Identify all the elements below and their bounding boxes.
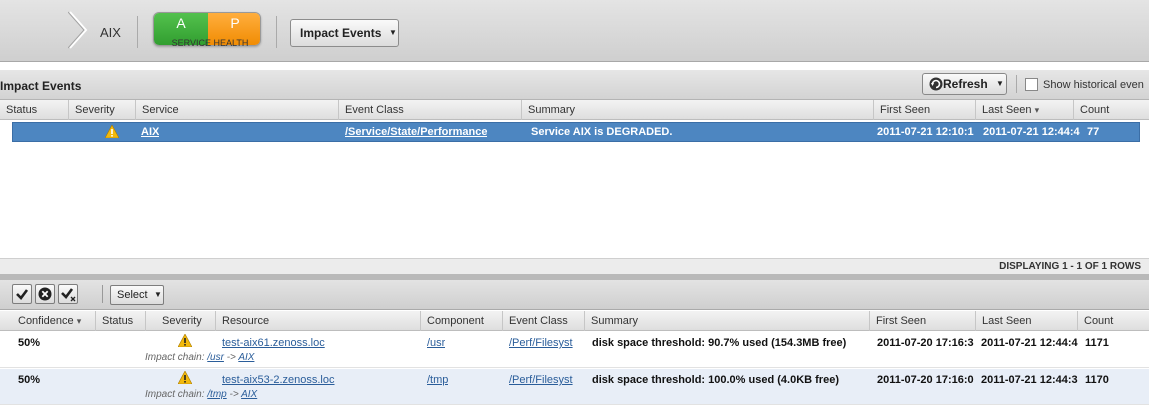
component-link[interactable]: /usr [427,336,445,350]
events-column-headers: Confidence ▾ Status Severity Resource Co… [0,311,1149,331]
count-cell: 77 [1087,126,1100,138]
impact-chain-arrow: -> [226,352,236,363]
checkmark-icon [16,289,29,300]
select-menu-button[interactable]: Select ▼ [110,285,164,305]
toolbar-divider [1016,75,1017,93]
summary-cell: disk space threshold: 100.0% used (4.0KB… [592,374,839,386]
column-header-first-seen[interactable]: First Seen [869,311,975,331]
unacknowledge-button[interactable] [58,284,78,304]
column-header-event-class[interactable]: Event Class [502,311,584,331]
close-event-button[interactable] [35,284,55,304]
last-seen-cell: 2011-07-21 12:44:4 [983,126,1080,138]
column-header-summary[interactable]: Summary [521,100,873,120]
column-header-last-seen[interactable]: Last Seen ▾ [975,100,1073,120]
summary-cell: Service AIX is DEGRADED. [531,126,673,138]
impact-chain-to-link[interactable]: AIX [241,389,257,400]
column-header-severity[interactable]: Severity [145,311,215,331]
event-class-link[interactable]: /Perf/Filesyst [509,336,583,350]
column-header-component[interactable]: Component [420,311,502,331]
impact-events-button[interactable]: Impact Events ▼ [290,19,399,47]
event-class-link[interactable]: /Service/State/Performance [345,123,487,141]
first-seen-cell: 2011-07-21 12:10:1 [877,126,974,138]
warning-icon [105,125,119,138]
impact-events-column-headers: Status Severity Service Event Class Summ… [0,100,1149,120]
unacknowledge-icon [61,288,76,302]
warning-icon [178,334,192,347]
breadcrumb-chevron-icon [68,11,88,49]
close-circle-icon [38,287,52,301]
show-historical-label: Show historical even [1043,79,1144,91]
table-row[interactable]: 50% test-aix53-2.zenoss.loc /tmp /Perf/F… [0,369,1149,405]
confidence-cell: 50% [18,337,41,349]
sort-descending-icon: ▾ [76,316,82,326]
impact-chain-from-link[interactable]: /tmp [207,389,226,400]
refresh-button-label: Refresh [943,77,988,91]
column-header-status[interactable]: Status [0,100,68,120]
confidence-cell: 50% [18,374,41,386]
impact-events-grid-body: AIX /Service/State/Performance Service A… [0,120,1149,258]
chevron-down-icon: ▼ [996,79,1004,88]
impact-events-paging-bar: DISPLAYING 1 - 1 OF 1 ROWS [0,258,1149,274]
sort-descending-icon: ▾ [1034,105,1040,115]
impact-chain: Impact chain: /usr -> AIX [145,352,254,363]
resource-link[interactable]: test-aix53-2.zenoss.loc [222,373,335,387]
impact-events-panel-header: Impact Events Refresh ▼ Show historical … [0,70,1149,100]
warning-icon [178,371,192,384]
count-cell: 1171 [1085,337,1109,349]
impact-events-button-label: Impact Events [300,26,382,40]
header-divider [276,16,277,48]
column-header-last-seen[interactable]: Last Seen [975,311,1077,331]
column-header-first-seen[interactable]: First Seen [873,100,975,120]
column-header-summary[interactable]: Summary [584,311,869,331]
header-divider [137,16,138,48]
refresh-icon [929,77,943,91]
column-header-resource[interactable]: Resource [215,311,420,331]
column-header-status[interactable]: Status [95,311,145,331]
impact-chain: Impact chain: /tmp -> AIX [145,389,257,400]
impact-chain-arrow: -> [229,389,239,400]
component-link[interactable]: /tmp [427,373,448,387]
column-header-last-seen-label: Last Seen [982,104,1032,116]
column-header-severity[interactable]: Severity [68,100,135,120]
column-header-confidence-label: Confidence [18,315,74,327]
chevron-down-icon: ▼ [389,28,397,37]
refresh-button[interactable]: Refresh ▼ [922,73,1007,95]
impact-chain-prefix: Impact chain: [145,389,205,400]
table-row[interactable]: 50% test-aix61.zenoss.loc /usr /Perf/Fil… [0,332,1149,368]
last-seen-cell: 2011-07-21 12:44:3 [981,374,1078,386]
events-toolbar: Select ▼ [0,280,1149,310]
first-seen-cell: 2011-07-20 17:16:0 [877,374,974,386]
impact-chain-prefix: Impact chain: [145,352,205,363]
service-health-label: SERVICE HEALTH [171,38,249,48]
event-class-link[interactable]: /Perf/Filesyst [509,373,583,387]
top-header: AIX A P SERVICE HEALTH Impact Events ▼ [0,0,1149,62]
row-count-status: DISPLAYING 1 - 1 OF 1 ROWS [999,261,1141,272]
last-seen-cell: 2011-07-21 12:44:4 [981,337,1078,349]
service-link[interactable]: AIX [141,123,159,141]
impact-chain-to-link[interactable]: AIX [238,352,254,363]
first-seen-cell: 2011-07-20 17:16:3 [877,337,974,349]
column-header-count[interactable]: Count [1073,100,1137,120]
resource-link[interactable]: test-aix61.zenoss.loc [222,336,325,350]
column-header-confidence[interactable]: Confidence ▾ [12,311,95,331]
column-header-count[interactable]: Count [1077,311,1137,331]
summary-cell: disk space threshold: 90.7% used (154.3M… [592,337,847,349]
toolbar-divider [102,285,103,303]
column-header-event-class[interactable]: Event Class [338,100,521,120]
acknowledge-button[interactable] [12,284,32,304]
panel-title: Impact Events [0,79,82,93]
select-menu-label: Select [117,289,148,301]
chevron-down-icon: ▼ [154,290,162,299]
impact-chain-from-link[interactable]: /usr [207,352,224,363]
table-row[interactable]: AIX /Service/State/Performance Service A… [12,122,1140,142]
show-historical-checkbox[interactable] [1025,78,1038,91]
breadcrumb-current[interactable]: AIX [100,25,121,40]
count-cell: 1170 [1085,374,1109,386]
column-header-service[interactable]: Service [135,100,338,120]
